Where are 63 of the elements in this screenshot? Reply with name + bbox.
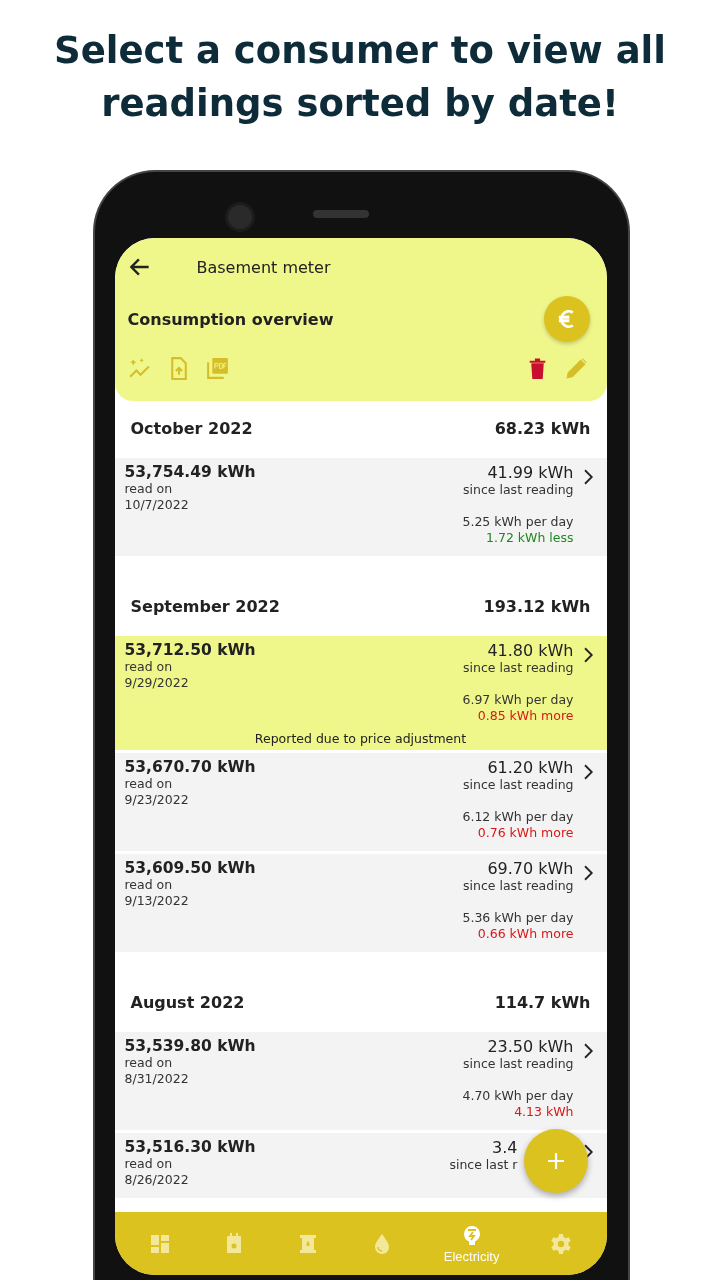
camera-icon: [224, 202, 255, 232]
reading-date: 8/26/2022: [124, 1172, 190, 1188]
reading-date: 10/7/2022: [124, 497, 190, 513]
pencil-icon[interactable]: [563, 356, 589, 381]
price-button[interactable]: [543, 296, 590, 342]
comparison-text: 4.13 kWh: [514, 1104, 574, 1120]
pdf-icon[interactable]: [204, 356, 230, 381]
since-label: since last reading: [463, 1056, 574, 1072]
comparison-text: 0.85 kWh more: [477, 708, 574, 724]
month-total: 114.7 kWh: [494, 992, 591, 1012]
screen-title: Basement meter: [196, 257, 331, 277]
speaker-grille: [312, 210, 369, 218]
per-day-rate: 5.25 kWh per day: [462, 514, 574, 530]
month-heading: August 2022: [130, 992, 245, 1012]
read-on-label: read on: [124, 659, 174, 675]
read-on-label: read on: [124, 1055, 174, 1071]
meter-reading: 53,712.50 kWh: [124, 641, 256, 659]
consumption-delta: 61.20 kWh: [487, 758, 574, 777]
consumption-delta: 41.99 kWh: [487, 463, 574, 482]
since-label: since last reading: [463, 482, 574, 498]
reading-row[interactable]: 53,712.50 kWh read on 9/29/2022 41.80 kWh since last reading 6.97 kWh per day 0.85 kWh more Reported due to price adjustment: [114, 636, 607, 750]
comparison-text: 1.72 kWh less: [486, 530, 574, 546]
read-on-label: read on: [124, 481, 174, 497]
gear-icon: [549, 1231, 574, 1256]
reading-date: 9/29/2022: [124, 675, 190, 691]
per-day-rate: 6.97 kWh per day: [462, 692, 574, 708]
month-heading: October 2022: [130, 418, 253, 438]
comparison-text: 0.76 kWh more: [477, 825, 574, 841]
reading-date: 8/31/2022: [124, 1071, 190, 1087]
since-label: since last reading: [463, 878, 574, 894]
consumption-delta: 69.70 kWh: [487, 859, 574, 878]
since-label: since last reading: [463, 660, 574, 676]
meter-reading: 53,609.50 kWh: [124, 859, 256, 877]
month-heading: September 2022: [130, 596, 280, 616]
since-label: since last r: [449, 1157, 518, 1173]
meter-reading: 53,670.70 kWh: [124, 758, 256, 776]
per-day-rate: 6.12 kWh per day: [462, 809, 574, 825]
per-day-rate: 5.36 kWh per day: [462, 910, 574, 926]
meter-reading: 53,516.30 kWh: [124, 1138, 256, 1156]
reading-row[interactable]: 53,754.49 kWh read on 10/7/2022 41.99 kWh since last reading 5.25 kWh per day 1.72 kWh less: [114, 458, 607, 556]
section-title: Consumption overview: [127, 309, 334, 329]
reading-note: Reported due to price adjustment: [253, 731, 468, 746]
read-on-label: read on: [124, 877, 174, 893]
reading-row[interactable]: 53,516.30 kWh read on 8/26/2022 3.4 since last r: [114, 1133, 607, 1198]
month-total: 68.23 kWh: [494, 418, 591, 438]
consumption-delta: 3.4: [492, 1138, 518, 1157]
reading-row[interactable]: 53,609.50 kWh read on 9/13/2022 69.70 kWh since last reading 5.36 kWh per day 0.66 kWh more: [114, 854, 607, 952]
month-total: 193.12 kWh: [483, 596, 591, 616]
reading-row[interactable]: 53,670.70 kWh read on 9/23/2022 61.20 kWh since last reading 6.12 kWh per day 0.76 kWh more: [114, 753, 607, 851]
reading-date: 9/13/2022: [124, 893, 190, 909]
meter-reading: 53,754.49 kWh: [124, 463, 256, 481]
consumption-delta: 23.50 kWh: [487, 1037, 574, 1056]
reading-date: 9/23/2022: [124, 792, 190, 808]
since-label: since last reading: [463, 777, 574, 793]
consumption-delta: 41.80 kWh: [487, 641, 574, 660]
read-on-label: read on: [124, 1156, 174, 1172]
per-day-rate: 4.70 kWh per day: [462, 1088, 574, 1104]
read-on-label: read on: [124, 776, 174, 792]
settings-tab[interactable]: [549, 1231, 574, 1256]
reading-row[interactable]: 53,539.80 kWh read on 8/31/2022 23.50 kWh since last reading 4.70 kWh per day 4.13 kWh: [114, 1032, 607, 1130]
headline: Select a consumer to view all readings sorted by date!: [53, 28, 667, 127]
comparison-text: 0.66 kWh more: [477, 926, 574, 942]
meter-reading: 53,539.80 kWh: [124, 1037, 256, 1055]
